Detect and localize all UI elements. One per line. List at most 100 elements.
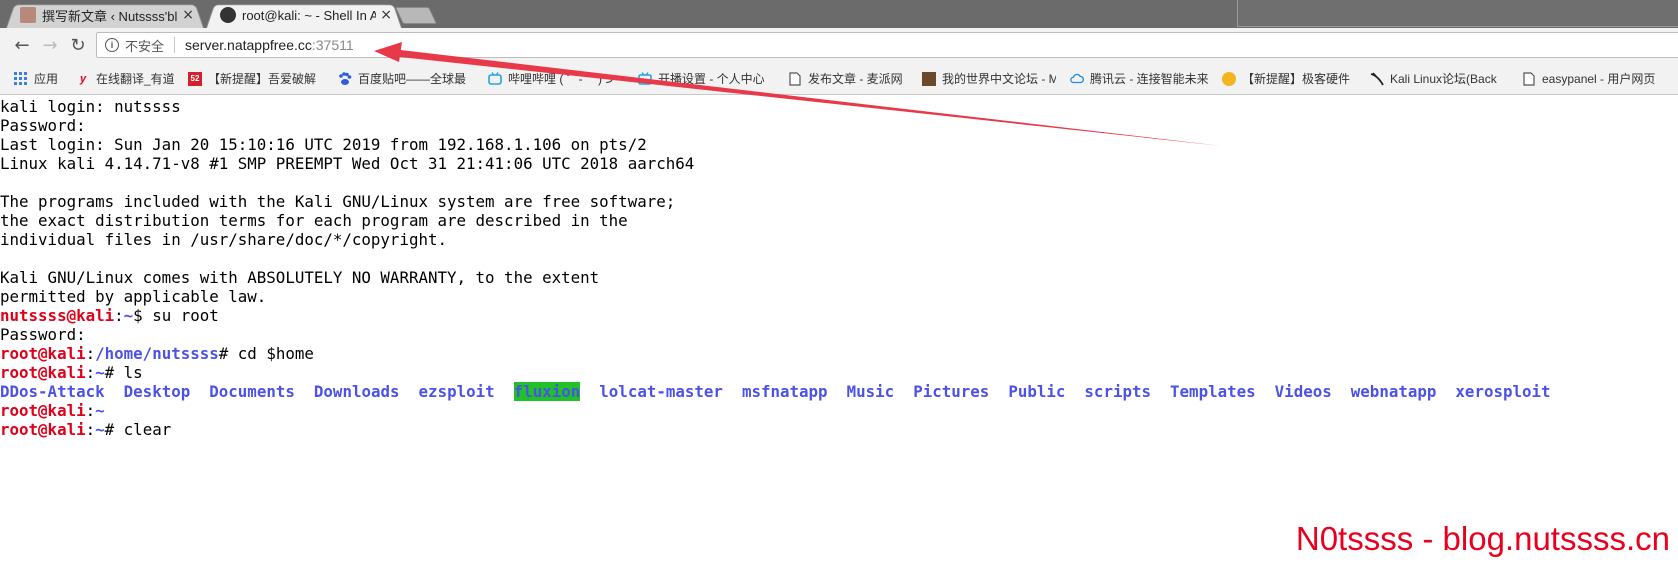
bookmark-label: easypanel - 用户网页 — [1542, 72, 1656, 86]
directory-entry: Templates — [1170, 382, 1256, 401]
bookmark-maipai[interactable]: 发布文章 - 麦派网 — [788, 70, 912, 87]
prompt-path: ~ — [95, 420, 105, 439]
prompt-path: ~ — [95, 401, 105, 420]
bookmark-youdao[interactable]: y 在线翻译_有道 — [76, 70, 180, 87]
bookmarks-bar: 应用 y 在线翻译_有道 52 【新提醒】吾爱破解 百度贴吧——全球最 哔哩哔哩… — [0, 62, 1678, 95]
bookmark-kali-forum[interactable]: Kali Linux论坛(Back — [1370, 70, 1510, 87]
bookmark-label: 腾讯云 - 连接智能未来 — [1090, 72, 1209, 86]
reload-icon[interactable]: ↻ — [66, 33, 90, 57]
directory-entry: scripts — [1084, 382, 1151, 401]
terminal-line: Last login: Sun Jan 20 15:10:16 UTC 2019… — [0, 135, 647, 154]
prompt-line: root@kali:~# ls — [0, 363, 1678, 382]
kali-icon — [1370, 71, 1384, 86]
tab-shell[interactable]: root@kali: ~ - Shell In A × — [206, 2, 402, 28]
terminal-line: Kali GNU/Linux comes with ABSOLUTELY NO … — [0, 268, 600, 287]
bookmark-label: 【新提醒】吾爱破解 — [208, 72, 317, 86]
tab-title: root@kali: ~ - Shell In A — [242, 7, 377, 23]
bookmark-easypanel[interactable]: easypanel - 用户网页 — [1522, 70, 1672, 87]
directory-entry: ezsploit — [418, 382, 495, 401]
bookmark-label: 百度贴吧——全球最 — [358, 72, 467, 86]
directory-entry: Downloads — [313, 382, 400, 401]
cloud-icon — [1070, 72, 1084, 86]
bookmark-geek-hardware[interactable]: 【新提醒】极客硬件 — [1222, 70, 1354, 87]
tv-icon — [638, 71, 652, 86]
minecraft-icon — [922, 71, 936, 86]
tab-title: 撰写新文章 ‹ Nutssss'blo — [42, 8, 179, 24]
directory-entry: Public — [1008, 382, 1066, 401]
forward-icon[interactable]: → — [38, 33, 62, 57]
bookmark-apps[interactable]: 应用 — [14, 70, 58, 87]
shell-favicon-icon — [220, 7, 236, 23]
avatar-favicon-icon — [20, 7, 36, 23]
tab-strip: 撰写新文章 ‹ Nutssss'blo × root@kali: ~ - She… — [0, 0, 1678, 28]
bookmark-label: 哔哩哔哩 ( ゜- ゜)つ — [508, 72, 614, 86]
directory-entry: Desktop — [123, 382, 191, 401]
terminal-line: individual files in /usr/share/doc/*/cop… — [0, 230, 447, 249]
bookmark-label: Kali Linux论坛(Back — [1390, 72, 1497, 86]
ls-output: DDos-Attack Desktop Documents Downloads … — [0, 382, 1678, 401]
bookmark-label: 发布文章 - 麦派网 — [808, 72, 903, 86]
bookmark-tieba[interactable]: 百度贴吧——全球最 — [338, 70, 473, 87]
prompt-symbol: # — [104, 420, 124, 439]
close-icon[interactable]: × — [182, 7, 194, 23]
terminal-line: Password: — [0, 116, 86, 135]
prompt-line: root@kali:~# clear — [0, 420, 1678, 439]
directory-entry: Documents — [209, 382, 295, 401]
prompt-sep: : — [85, 344, 96, 363]
bookmark-label: 我的世界中文论坛 - M — [942, 72, 1056, 86]
window-controls-area — [1237, 0, 1678, 27]
prompt-symbol: # — [104, 363, 124, 382]
apps-grid-icon — [14, 71, 28, 86]
bookmark-52pojie[interactable]: 52 【新提醒】吾爱破解 — [188, 70, 320, 87]
prompt-line: nutssss@kali:~$ su root — [0, 306, 1678, 325]
bookmark-bilibili[interactable]: 哔哩哔哩 ( ゜- ゜)つ — [488, 70, 624, 87]
watermark: N0tssss - blog.nutssss.cn — [1295, 520, 1670, 557]
directory-entry: DDos-Attack — [0, 382, 105, 401]
new-tab-button[interactable] — [395, 7, 437, 24]
back-icon[interactable]: ← — [10, 33, 34, 57]
address-bar[interactable]: i 不安全 server.natappfree.cc:37511 — [96, 32, 1678, 58]
prompt-user: root@kali — [0, 401, 86, 420]
command: clear — [123, 420, 172, 439]
prompt-path: /home/nutssss — [95, 344, 219, 363]
bookmark-label: 应用 — [34, 72, 59, 86]
directory-entry: fluxion — [513, 382, 581, 401]
prompt-user: nutssss@kali — [0, 306, 115, 325]
command: su root — [152, 306, 219, 325]
url-host: server.natappfree.cc — [185, 37, 312, 53]
command: cd $home — [237, 344, 314, 363]
bookmark-label: 【新提醒】极客硬件 — [1242, 72, 1351, 86]
terminal-line: kali login: nutssss — [0, 97, 181, 116]
bookmark-tencent-cloud[interactable]: 腾讯云 - 连接智能未来 — [1070, 70, 1210, 87]
close-icon[interactable]: × — [380, 7, 392, 23]
prompt-user: root@kali — [0, 420, 86, 439]
baidu-icon — [338, 71, 352, 86]
directory-entry: Pictures — [913, 382, 990, 401]
terminal-line: The programs included with the Kali GNU/… — [0, 192, 676, 211]
divider — [174, 37, 176, 53]
prompt-user: root@kali — [0, 363, 86, 382]
toolbar: ← → ↻ i 不安全 server.natappfree.cc:37511 — [0, 28, 1678, 62]
prompt-sep: : — [85, 420, 96, 439]
prompt-sep: : — [85, 401, 96, 420]
prompt-path: ~ — [123, 306, 134, 325]
prompt-sep: : — [114, 306, 124, 325]
info-icon[interactable]: i — [105, 38, 119, 52]
tab-blog-editor[interactable]: 撰写新文章 ‹ Nutssss'blo × — [6, 2, 204, 28]
prompt-symbol: # — [218, 344, 238, 363]
terminal-line: the exact distribution terms for each pr… — [0, 211, 628, 230]
command: ls — [123, 363, 143, 382]
bookmark-label: 在线翻译_有道 — [96, 72, 175, 86]
page-icon — [1522, 71, 1536, 86]
directory-entry: Music — [846, 382, 895, 401]
page-icon — [788, 71, 802, 86]
bookmark-mcbbs[interactable]: 我的世界中文论坛 - M — [922, 70, 1056, 87]
prompt-line: root@kali:/home/nutssss# cd $home — [0, 344, 1678, 363]
bookmark-label: 开播设置 - 个人中心 — [658, 72, 765, 86]
terminal[interactable]: kali login: nutssss Password: Last login… — [0, 97, 1678, 537]
bookmark-live-settings[interactable]: 开播设置 - 个人中心 — [638, 70, 776, 87]
prompt-line: root@kali:~ — [0, 401, 1678, 420]
geek-icon — [1222, 71, 1236, 86]
